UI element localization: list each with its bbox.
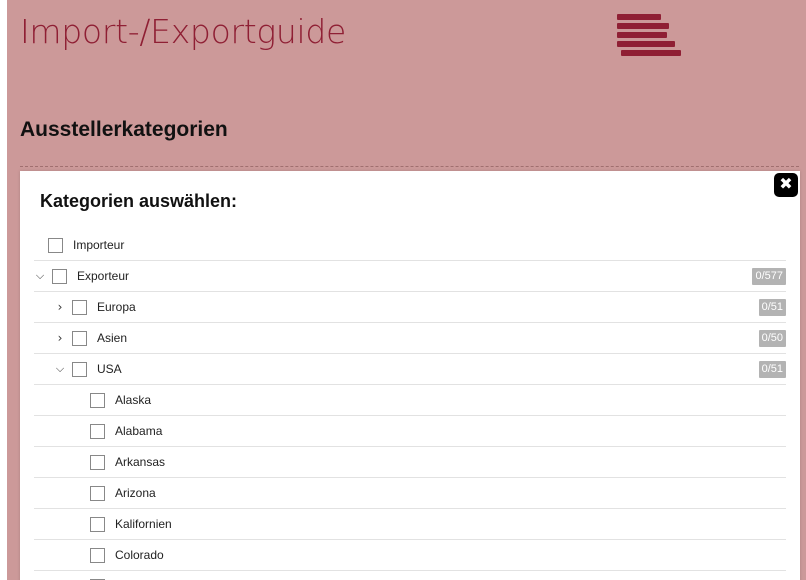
app-title: Import-/Exportguide <box>20 12 347 51</box>
modal-title: Kategorien auswählen: <box>40 191 238 211</box>
tree-row-state-partial[interactable] <box>34 571 786 580</box>
tree-row-state[interactable]: Arizona <box>34 478 786 509</box>
tree-row-importeur[interactable]: Importeur <box>34 230 786 261</box>
divider <box>20 166 799 167</box>
chevron-right-icon[interactable]: › <box>54 300 66 314</box>
category-tree: Importeur ⌵ Exporteur 0/577 › Europa 0/5… <box>34 230 786 580</box>
tree-row-state[interactable]: Alabama <box>34 416 786 447</box>
checkbox-europa[interactable] <box>72 299 87 315</box>
count-badge: 0/577 <box>752 268 786 285</box>
tree-row-asien[interactable]: › Asien 0/50 <box>34 323 786 354</box>
checkbox-state[interactable] <box>90 547 105 563</box>
tree-label: Arizona <box>115 486 156 500</box>
chevron-right-icon[interactable]: › <box>54 331 66 345</box>
chevron-down-icon[interactable]: ⌵ <box>54 362 66 376</box>
menu-bar <box>617 14 661 20</box>
checkbox-state[interactable] <box>90 392 105 408</box>
menu-bar <box>621 50 681 56</box>
menu-bar <box>617 41 675 47</box>
checkbox-state[interactable] <box>90 423 105 439</box>
checkbox-state[interactable] <box>90 454 105 470</box>
tree-label: Alabama <box>115 424 163 438</box>
tree-label: Kalifornien <box>115 517 172 531</box>
tree-row-state[interactable]: Alaska <box>34 385 786 416</box>
tree-row-exporteur[interactable]: ⌵ Exporteur 0/577 <box>34 261 786 292</box>
tree-label: Colorado <box>115 548 164 562</box>
tree-row-state[interactable]: Arkansas <box>34 447 786 478</box>
checkbox-asien[interactable] <box>72 330 87 346</box>
count-badge: 0/51 <box>758 361 786 378</box>
menu-bar <box>617 32 667 38</box>
close-icon[interactable]: ✖ <box>774 173 798 197</box>
checkbox-usa[interactable] <box>72 361 87 377</box>
section-title: Ausstellerkategorien <box>20 118 228 141</box>
checkbox-exporteur[interactable] <box>52 268 67 284</box>
window-edge <box>0 0 7 580</box>
tree-label: Asien <box>97 331 128 345</box>
category-modal: Kategorien auswählen: Importeur ⌵ Export… <box>20 171 800 580</box>
tree-row-state[interactable]: Kalifornien <box>34 509 786 540</box>
tree-label: Arkansas <box>115 455 166 469</box>
page: Import-/Exportguide Ausstellerkategorien… <box>7 0 806 580</box>
chevron-down-icon[interactable]: ⌵ <box>34 269 46 283</box>
tree-label: Importeur <box>73 238 125 252</box>
count-badge: 0/51 <box>758 299 786 316</box>
tree-label: USA <box>97 362 122 376</box>
checkbox-state[interactable] <box>90 516 105 532</box>
tree-label: Alaska <box>115 393 152 407</box>
hamburger-menu-icon[interactable] <box>617 14 681 64</box>
count-badge: 0/50 <box>758 330 786 347</box>
tree-label: Europa <box>97 300 136 314</box>
tree-row-state[interactable]: Colorado <box>34 540 786 571</box>
checkbox-importeur[interactable] <box>48 237 63 253</box>
menu-bar <box>617 23 669 29</box>
checkbox-state[interactable] <box>90 485 105 501</box>
tree-row-europa[interactable]: › Europa 0/51 <box>34 292 786 323</box>
tree-label: Exporteur <box>77 269 130 283</box>
tree-row-usa[interactable]: ⌵ USA 0/51 <box>34 354 786 385</box>
